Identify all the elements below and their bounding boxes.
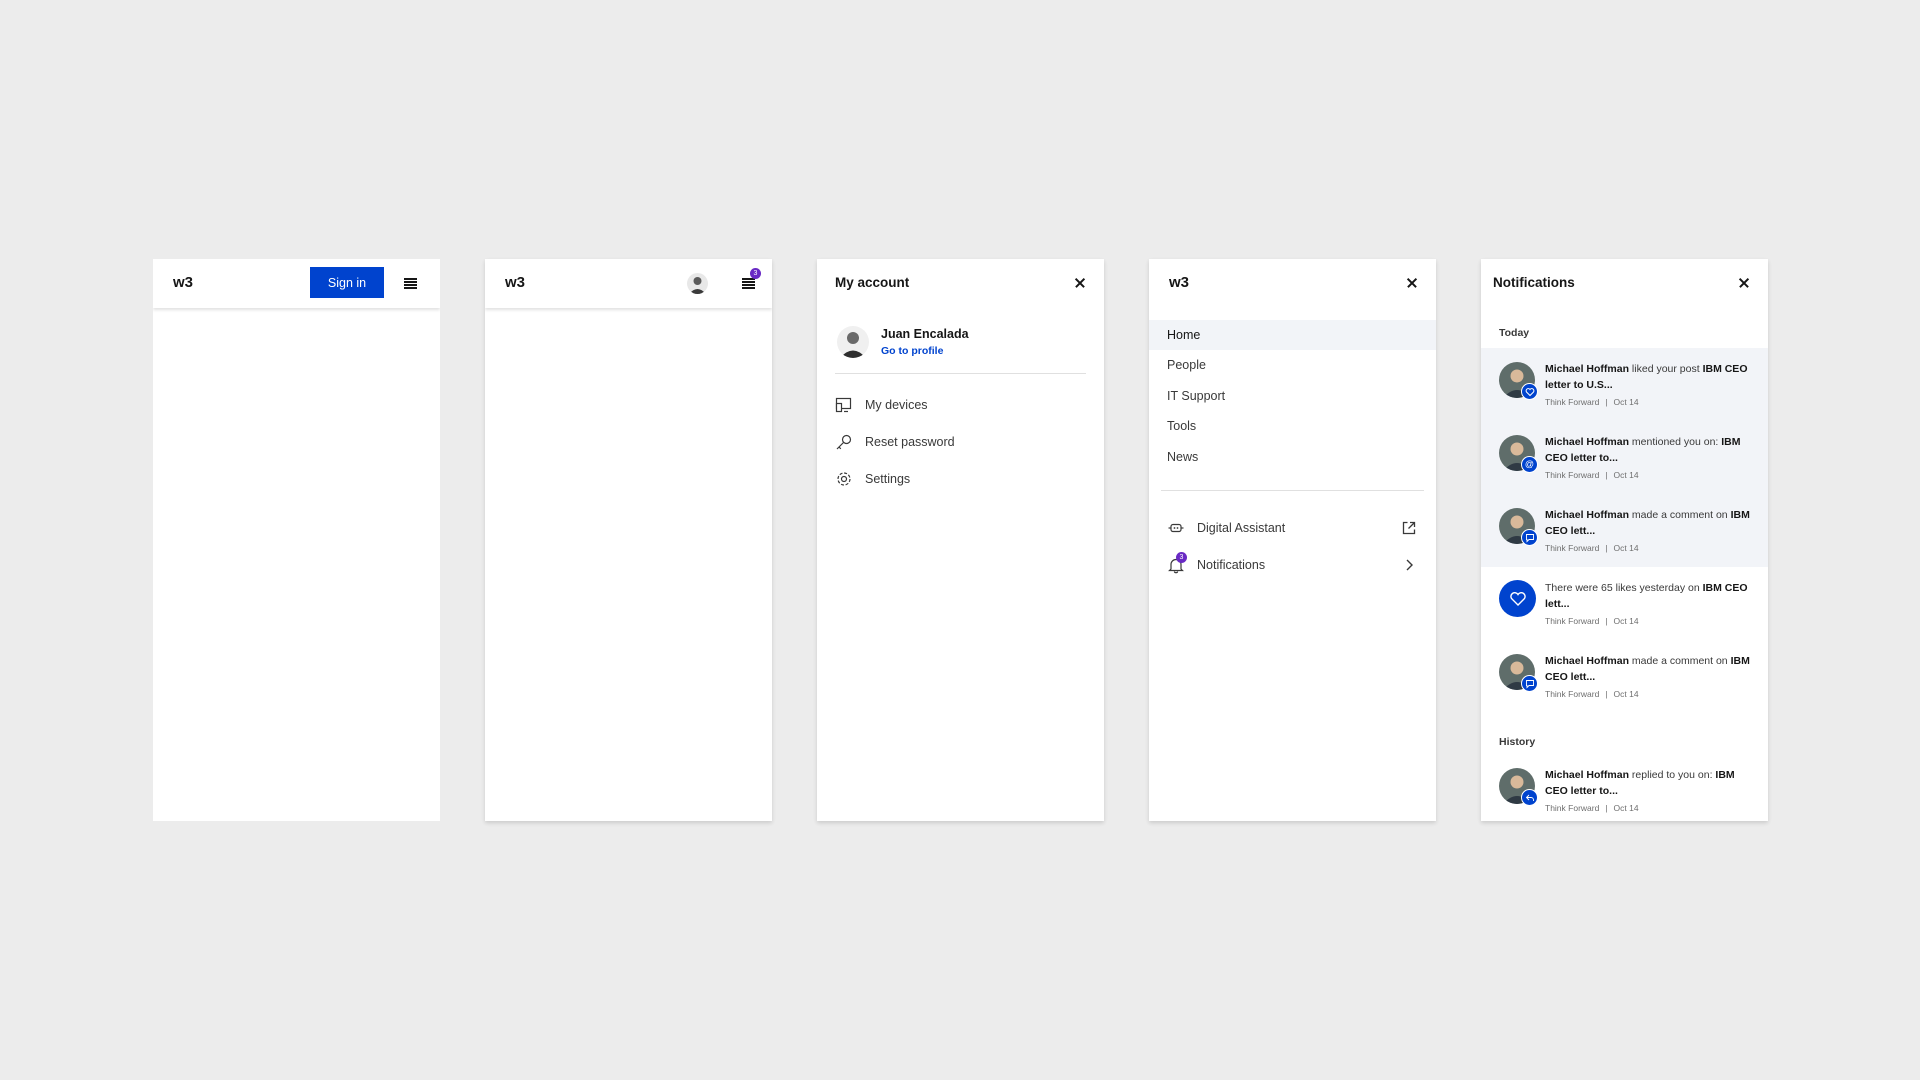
nav-label: News	[1167, 450, 1199, 464]
signed-in-panel: w3 3	[485, 259, 772, 821]
at-sign-icon: @	[1521, 456, 1538, 473]
notification-meta: Think Forward | Oct 14	[1545, 470, 1639, 480]
hamburger-menu-icon[interactable]	[403, 275, 419, 291]
nav-item-it-support[interactable]: IT Support	[1149, 381, 1436, 411]
notification-item[interactable]: @ Michael Hoffman mentioned you on: IBM …	[1481, 421, 1768, 494]
reset-password-item[interactable]: Reset password	[817, 427, 1104, 457]
section-history: History	[1499, 736, 1536, 748]
menu-label: Digital Assistant	[1197, 521, 1286, 535]
chevron-right-icon	[1406, 559, 1413, 571]
close-icon[interactable]	[1404, 275, 1420, 291]
close-icon[interactable]	[1072, 275, 1088, 291]
divider	[1161, 490, 1424, 491]
user-avatar	[837, 326, 869, 358]
brand-logo[interactable]: w3	[173, 274, 193, 291]
my-devices-item[interactable]: My devices	[817, 390, 1104, 420]
notification-meta: Think Forward | Oct 14	[1545, 616, 1639, 626]
user-avatar[interactable]	[687, 273, 708, 294]
notification-text: Michael Hoffman replied to you on: IBM C…	[1545, 769, 1735, 797]
signed-out-panel: w3 Sign in	[153, 259, 440, 821]
go-to-profile-link[interactable]: Go to profile	[881, 345, 943, 357]
nav-item-tools[interactable]: Tools	[1149, 411, 1436, 441]
brand-logo[interactable]: w3	[1169, 274, 1189, 291]
menu-label: Notifications	[1197, 558, 1266, 572]
masthead: w3 3	[485, 259, 772, 308]
brand-logo[interactable]: w3	[505, 274, 525, 291]
nav-item-home[interactable]: Home	[1149, 320, 1436, 350]
comment-icon	[1521, 675, 1538, 692]
menu-label: Reset password	[865, 435, 955, 449]
notification-meta: Think Forward | Oct 14	[1545, 543, 1639, 553]
user-name: Juan Encalada	[881, 327, 969, 341]
close-icon[interactable]	[1736, 275, 1752, 291]
nav-label: People	[1167, 358, 1206, 372]
notification-meta: Think Forward | Oct 14	[1545, 803, 1639, 813]
nav-item-people[interactable]: People	[1149, 350, 1436, 380]
masthead: w3 Sign in	[153, 259, 440, 308]
heart-icon	[1521, 383, 1538, 400]
notification-meta: Think Forward | Oct 14	[1545, 397, 1639, 407]
my-account-panel: My account Juan Encalada Go to profile M…	[817, 259, 1104, 821]
gear-icon	[837, 472, 851, 486]
external-link-icon	[1402, 521, 1416, 535]
navigation-panel: w3 Home People IT Support Tools News Dig…	[1149, 259, 1436, 821]
notification-text: Michael Hoffman made a comment on IBM CE…	[1545, 509, 1750, 537]
panel-title: Notifications	[1493, 275, 1575, 290]
notification-text: Michael Hoffman made a comment on IBM CE…	[1545, 655, 1750, 683]
notifications-badge: 3	[1176, 552, 1187, 563]
notification-item[interactable]: Michael Hoffman made a comment on IBM CE…	[1481, 640, 1768, 713]
notification-item[interactable]: Michael Hoffman replied to you on: IBM C…	[1481, 754, 1768, 821]
reply-icon	[1521, 789, 1538, 806]
notification-meta: Think Forward | Oct 14	[1545, 689, 1639, 699]
menu-notification-badge: 3	[750, 268, 761, 279]
devices-icon	[835, 397, 852, 413]
notification-text: Michael Hoffman liked your post IBM CEO …	[1545, 363, 1748, 391]
section-today: Today	[1499, 327, 1530, 339]
divider	[835, 373, 1086, 374]
settings-item[interactable]: Settings	[817, 464, 1104, 494]
sign-in-button[interactable]: Sign in	[310, 267, 384, 298]
notification-item[interactable]: There were 65 likes yesterday on IBM CEO…	[1481, 567, 1768, 640]
comment-icon	[1521, 529, 1538, 546]
nav-label: IT Support	[1167, 389, 1226, 403]
nav-item-news[interactable]: News	[1149, 442, 1436, 472]
menu-label: My devices	[865, 398, 928, 412]
menu-label: Settings	[865, 472, 911, 486]
notifications-panel: Notifications Today Michael Hoffman like…	[1481, 259, 1768, 821]
notification-text: Michael Hoffman mentioned you on: IBM CE…	[1545, 436, 1741, 464]
nav-label: Tools	[1167, 419, 1197, 433]
notification-item[interactable]: Michael Hoffman made a comment on IBM CE…	[1481, 494, 1768, 567]
notifications-item[interactable]: 3 Notifications	[1149, 550, 1436, 580]
panel-title: My account	[835, 275, 910, 290]
heart-icon	[1499, 580, 1536, 617]
notification-text: There were 65 likes yesterday on IBM CEO…	[1545, 582, 1748, 610]
notification-item[interactable]: Michael Hoffman liked your post IBM CEO …	[1481, 348, 1768, 421]
digital-assistant-item[interactable]: Digital Assistant	[1149, 513, 1436, 543]
nav-label: Home	[1167, 328, 1201, 342]
chatbot-icon	[1168, 523, 1184, 533]
key-icon	[836, 434, 852, 450]
